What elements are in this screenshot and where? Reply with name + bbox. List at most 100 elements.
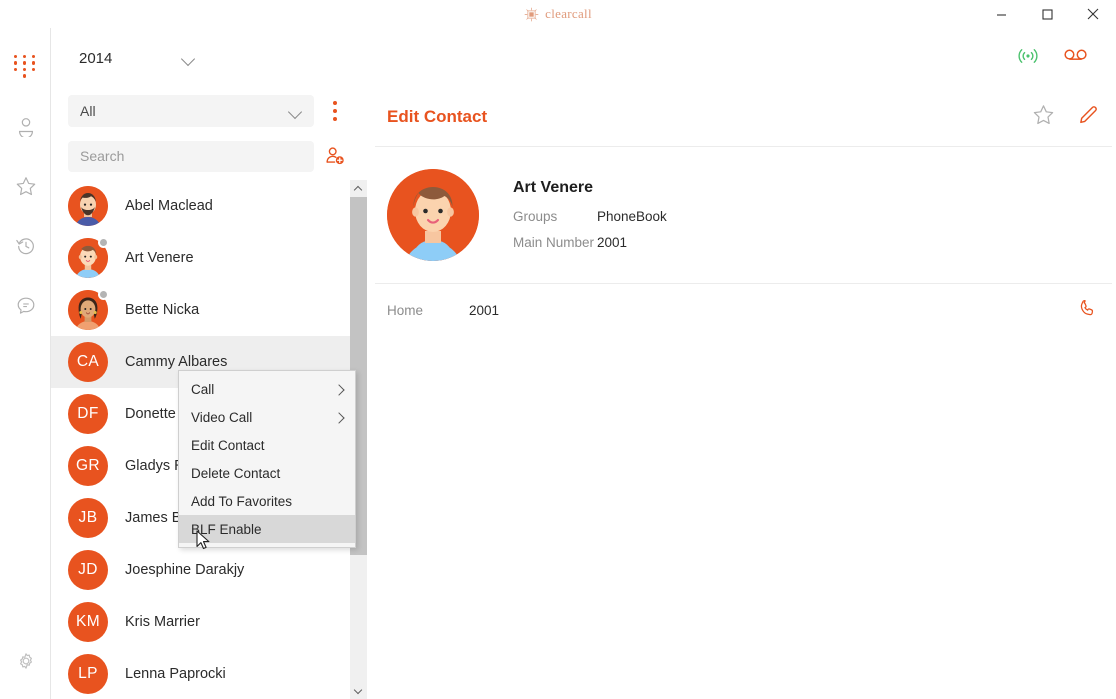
- star-outline-icon: [1032, 103, 1055, 126]
- maximize-icon: [1042, 9, 1053, 20]
- left-nav-rail: [0, 28, 51, 699]
- contact-list-item[interactable]: Abel Maclead: [51, 180, 356, 232]
- dialpad-icon: [14, 55, 38, 78]
- context-menu-item[interactable]: BLF Enable: [179, 515, 355, 543]
- contact-profile: Art Venere Groups PhoneBook Main Number …: [371, 147, 1116, 283]
- contact-avatar-large: [387, 169, 479, 261]
- add-contact-icon: [324, 145, 346, 167]
- contact-avatar: [68, 290, 108, 330]
- add-contact-button[interactable]: [314, 145, 356, 167]
- avatar-initials: KM: [76, 613, 100, 631]
- avatar-initials: CA: [77, 353, 99, 371]
- groups-value: PhoneBook: [597, 209, 667, 224]
- contact-avatar: CA: [68, 342, 108, 382]
- sidebar-item-favorites[interactable]: [0, 156, 51, 216]
- close-button[interactable]: [1070, 0, 1116, 28]
- contact-list-item-label: Cammy Albares: [125, 354, 227, 370]
- settings-gear-icon: [15, 650, 37, 672]
- contact-groups-field: Groups PhoneBook: [513, 209, 667, 224]
- main-number-label: Main Number: [513, 235, 597, 250]
- close-icon: [1087, 8, 1099, 20]
- sidebar-item-settings[interactable]: [0, 631, 51, 691]
- phone-handset-icon: [1078, 298, 1098, 318]
- call-number-button[interactable]: [1078, 298, 1098, 323]
- avatar-art-venere-illustration: [387, 169, 479, 261]
- contact-list-item-label: Bette Nicka: [125, 302, 199, 318]
- contact-main-number-field: Main Number 2001: [513, 235, 667, 250]
- search-input[interactable]: [80, 148, 302, 164]
- messages-chat-icon: [15, 295, 37, 317]
- voicemail-button[interactable]: [1062, 47, 1090, 70]
- context-menu-item[interactable]: Edit Contact: [179, 431, 355, 459]
- contact-list-item[interactable]: Art Venere: [51, 232, 356, 284]
- avatar-initials: JB: [79, 509, 98, 527]
- submenu-chevron-icon: [334, 382, 343, 397]
- contact-detail-pane: Edit Contact: [371, 88, 1116, 699]
- context-menu-item[interactable]: Delete Contact: [179, 459, 355, 487]
- voicemail-icon: [1062, 47, 1090, 65]
- kebab-menu-icon: [333, 101, 337, 105]
- group-filter-select[interactable]: All: [68, 95, 314, 127]
- contact-list-item[interactable]: Bette Nicka: [51, 284, 356, 336]
- presence-status-dot: [98, 289, 109, 300]
- contact-list-item-label: Lenna Paprocki: [125, 666, 226, 682]
- chevron-down-icon: [289, 105, 302, 118]
- contact-avatar: LP: [68, 654, 108, 694]
- context-menu-item[interactable]: Add To Favorites: [179, 487, 355, 515]
- maximize-button[interactable]: [1024, 0, 1070, 28]
- contact-avatar: GR: [68, 446, 108, 486]
- contacts-more-menu-button[interactable]: [314, 101, 356, 121]
- minimize-button[interactable]: [978, 0, 1024, 28]
- caret-down-icon: [355, 687, 362, 694]
- submenu-chevron-icon: [334, 410, 343, 425]
- rail-top-group: [0, 36, 51, 336]
- account-bar-actions: [1016, 46, 1090, 71]
- contact-list-item[interactable]: LP Lenna Paprocki: [51, 648, 356, 699]
- main-number-value: 2001: [597, 235, 627, 250]
- contact-list-item[interactable]: KM Kris Marrier: [51, 596, 356, 648]
- context-menu-item[interactable]: Video Call: [179, 403, 355, 431]
- phone-number-row: Home 2001: [371, 284, 1116, 336]
- account-bar: 2014: [51, 28, 1116, 88]
- detail-header-actions: [1032, 103, 1100, 131]
- contact-context-menu[interactable]: Call Video CallEdit ContactDelete Contact…: [178, 370, 356, 548]
- context-menu-item[interactable]: Call: [179, 375, 355, 403]
- context-menu-item-label: BLF Enable: [191, 522, 262, 537]
- contact-list-item-label: Art Venere: [125, 250, 194, 266]
- avatar-initials: DF: [77, 405, 98, 423]
- extension-selector[interactable]: 2014: [79, 50, 195, 67]
- contact-info: Art Venere Groups PhoneBook Main Number …: [513, 169, 667, 261]
- contact-avatar: DF: [68, 394, 108, 434]
- rail-bottom-group: [0, 631, 51, 691]
- contact-name: Art Venere: [513, 179, 667, 197]
- sidebar-item-history[interactable]: [0, 216, 51, 276]
- clearcall-logo-icon: [524, 7, 539, 22]
- sidebar-item-messages[interactable]: [0, 276, 51, 336]
- broadcast-button[interactable]: [1016, 46, 1040, 71]
- avatar-photo: [68, 186, 108, 226]
- sidebar-item-contacts[interactable]: [0, 96, 51, 156]
- context-menu-item-label: Call: [191, 382, 214, 397]
- caret-up-icon: [355, 185, 362, 192]
- minimize-icon: [996, 9, 1007, 20]
- contact-list-item[interactable]: JDJoesphine Darakjy: [51, 544, 356, 596]
- contact-list-item-label: Kris Marrier: [125, 614, 200, 630]
- scroll-down-button[interactable]: [350, 682, 367, 699]
- context-menu-item-label: Add To Favorites: [191, 494, 292, 509]
- search-box[interactable]: [68, 141, 314, 172]
- avatar-initials: GR: [76, 457, 100, 475]
- history-clock-icon: [15, 235, 37, 257]
- scroll-up-button[interactable]: [350, 180, 367, 197]
- sidebar-item-dialpad[interactable]: [0, 36, 51, 96]
- app-brand: clearcall: [524, 6, 592, 22]
- contact-list-item-label: Abel Maclead: [125, 198, 213, 214]
- search-row: [51, 134, 371, 178]
- window-controls: [978, 0, 1116, 28]
- edit-contact-button[interactable]: [1077, 103, 1100, 131]
- groups-label: Groups: [513, 209, 597, 224]
- contact-avatar: JB: [68, 498, 108, 538]
- favorite-toggle-button[interactable]: [1032, 103, 1055, 131]
- chevron-down-icon: [182, 52, 195, 65]
- contact-list-item-label: Joesphine Darakjy: [125, 562, 244, 578]
- extension-number: 2014: [79, 50, 112, 67]
